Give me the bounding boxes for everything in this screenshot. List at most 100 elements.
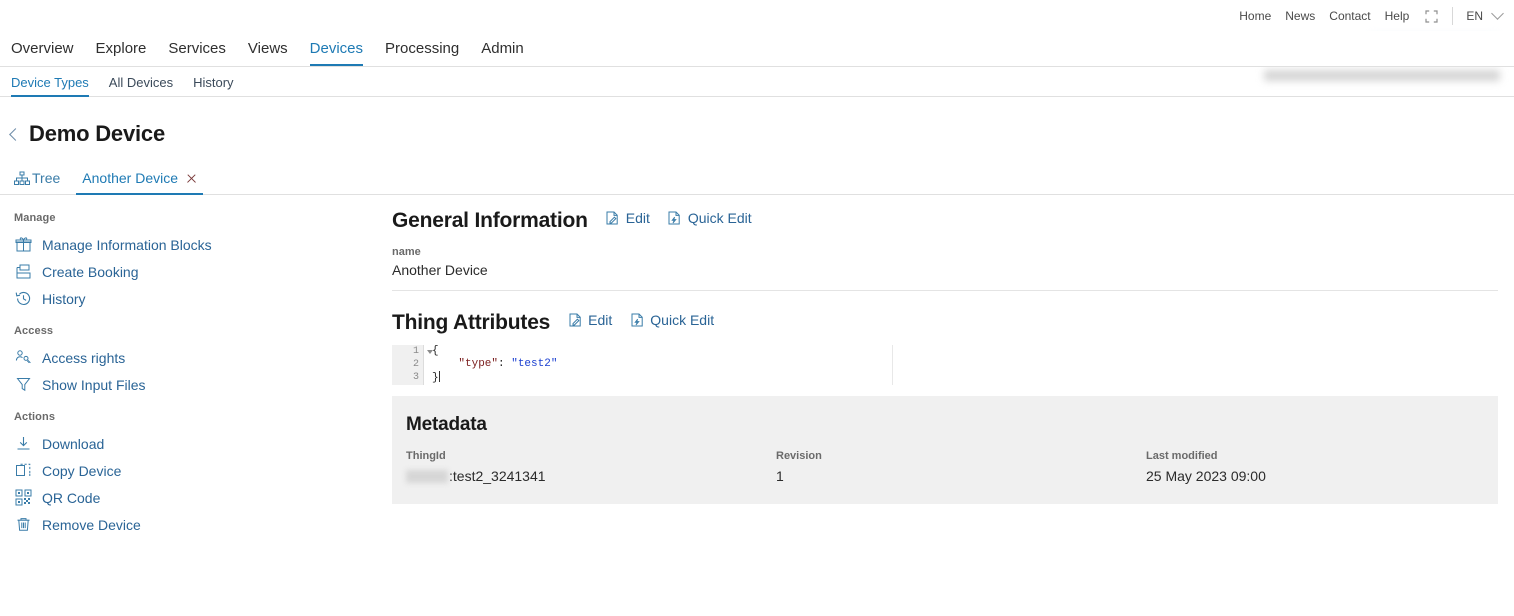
page-header: Demo Device: [0, 97, 1514, 146]
sidebar-item-label: Show Input Files: [42, 376, 146, 393]
nav-item-devices[interactable]: Devices: [309, 40, 364, 66]
sidebar-item-remove-device[interactable]: Remove Device: [0, 511, 392, 538]
thing-attributes-edit-label: Edit: [588, 312, 613, 328]
sidebar-item-qr-code[interactable]: QR Code: [0, 484, 392, 511]
sidebar-item-label: Copy Device: [42, 462, 122, 479]
nav-item-admin[interactable]: Admin: [481, 40, 524, 66]
sidebar-item-show-input-files[interactable]: Show Input Files: [0, 371, 392, 398]
metadata-columns: ThingId :test2_3241341 Revision 1 Last m…: [406, 450, 1484, 484]
code-content[interactable]: { "type": "test2" }: [432, 345, 1498, 385]
subnav-item-all-devices[interactable]: All Devices: [109, 75, 173, 96]
sidebar-item-history[interactable]: History: [0, 285, 392, 312]
sidebar-item-create-booking[interactable]: Create Booking: [0, 258, 392, 285]
content-area: General Information Edit Quick Edit name…: [392, 195, 1514, 538]
metadata-field-thing-id: ThingId :test2_3241341: [406, 450, 776, 484]
code-token-key: "type": [458, 358, 499, 370]
history-clock-icon: [14, 290, 32, 308]
topbar-link-help[interactable]: Help: [1385, 9, 1410, 23]
nav-item-explore[interactable]: Explore: [96, 40, 147, 66]
sidebar-item-label: Access rights: [42, 349, 126, 366]
metadata-field-revision: Revision 1: [776, 450, 1146, 484]
edit-document-icon: [606, 211, 620, 226]
general-information-edit-button[interactable]: Edit: [606, 210, 650, 226]
subnav-item-history[interactable]: History: [193, 75, 233, 96]
nav-item-processing[interactable]: Processing: [385, 40, 459, 66]
sidebar-group-manage: Manage Manage Information Blocks Create …: [0, 212, 392, 312]
topbar-link-home[interactable]: Home: [1239, 9, 1271, 23]
chevron-left-icon[interactable]: [9, 127, 22, 141]
top-utility-bar: Home News Contact Help EN: [0, 0, 1514, 31]
quick-edit-document-icon: [630, 313, 644, 328]
metadata-label-revision: Revision: [776, 450, 822, 462]
sidebar-group-title-manage: Manage: [14, 212, 56, 224]
nav-item-overview[interactable]: Overview: [11, 40, 74, 66]
metadata-panel: Metadata ThingId :test2_3241341 Revision…: [392, 396, 1498, 504]
code-line-1: {: [432, 345, 1498, 358]
sidebar-item-manage-information-blocks[interactable]: Manage Information Blocks: [0, 231, 392, 258]
page-body: Manage Manage Information Blocks Create …: [0, 195, 1514, 538]
general-information-edit-label: Edit: [625, 210, 650, 226]
gutter-line-number: 1: [392, 345, 433, 358]
user-key-icon: [14, 349, 32, 367]
metadata-field-last-modified: Last modified 25 May 2023 09:00: [1146, 450, 1484, 484]
sidebar-item-label: Download: [42, 435, 105, 452]
tab-tree[interactable]: Tree: [14, 170, 60, 194]
code-gutter: 1 2 3: [392, 345, 433, 385]
sidebar-group-title-actions: Actions: [14, 411, 56, 423]
sidebar: Manage Manage Information Blocks Create …: [0, 195, 392, 538]
gutter-line-number: 3: [412, 372, 419, 383]
tree-hierarchy-icon: [14, 171, 30, 186]
general-information-title: General Information: [392, 209, 588, 232]
thing-attributes-header: Thing Attributes Edit Quick Edit: [392, 311, 1498, 335]
code-token-colon: :: [498, 358, 512, 370]
sidebar-group-access: Access Access rights Show Input Files: [0, 325, 392, 398]
general-information-quick-edit-label: Quick Edit: [687, 210, 752, 226]
copy-icon: [14, 462, 32, 480]
thing-attributes-title: Thing Attributes: [392, 311, 551, 334]
field-value-name: Another Device: [392, 262, 488, 278]
filter-funnel-icon: [14, 376, 32, 394]
fullscreen-icon[interactable]: [1425, 10, 1438, 23]
sidebar-item-copy-device[interactable]: Copy Device: [0, 457, 392, 484]
edit-document-icon: [568, 313, 582, 328]
code-token-brace-close: }: [432, 372, 439, 384]
metadata-label-thing-id: ThingId: [406, 450, 446, 462]
nav-item-views[interactable]: Views: [248, 40, 288, 66]
subnav-item-device-types[interactable]: Device Types: [11, 75, 89, 97]
code-line-2: "type": "test2": [432, 358, 1498, 371]
general-information-quick-edit-button[interactable]: Quick Edit: [668, 210, 752, 226]
language-selector[interactable]: EN: [1466, 7, 1504, 23]
metadata-title: Metadata: [406, 414, 487, 435]
booking-icon: [14, 263, 32, 281]
code-token-brace-open: {: [432, 345, 439, 357]
device-tab-bar: Tree Another Device: [0, 159, 1514, 195]
sidebar-item-label: Remove Device: [42, 516, 141, 533]
close-icon[interactable]: [186, 173, 197, 184]
topbar-link-news[interactable]: News: [1285, 9, 1315, 23]
sidebar-item-access-rights[interactable]: Access rights: [0, 344, 392, 371]
code-line-3: }: [432, 371, 1498, 384]
main-navigation: Overview Explore Services Views Devices …: [0, 31, 1514, 67]
text-caret: [438, 371, 440, 382]
nav-item-services[interactable]: Services: [168, 40, 226, 66]
gutter-line-number: 2: [412, 359, 419, 370]
thing-attributes-code-editor[interactable]: 1 2 3 { "type": "test2" }: [392, 345, 1498, 385]
download-icon: [14, 435, 32, 453]
thing-attributes-quick-edit-label: Quick Edit: [650, 312, 715, 328]
tab-tree-label: Tree: [32, 170, 61, 186]
metadata-value-last-modified: 25 May 2023 09:00: [1146, 468, 1266, 484]
qr-code-icon: [14, 489, 32, 507]
page-title: Demo Device: [29, 121, 165, 146]
thing-attributes-quick-edit-button[interactable]: Quick Edit: [630, 312, 714, 328]
trash-icon: [14, 516, 32, 534]
topbar-link-contact[interactable]: Contact: [1329, 9, 1370, 23]
tab-another-device[interactable]: Another Device: [76, 170, 203, 195]
sidebar-group-actions: Actions Download Copy Device QR Code Rem…: [0, 411, 392, 538]
sidebar-item-label: Create Booking: [42, 263, 139, 280]
sidebar-item-download[interactable]: Download: [0, 430, 392, 457]
topbar-divider: [1452, 6, 1454, 25]
information-blocks-icon: [14, 236, 32, 254]
general-information-header: General Information Edit Quick Edit: [392, 209, 1498, 233]
thing-attributes-edit-button[interactable]: Edit: [568, 312, 612, 328]
